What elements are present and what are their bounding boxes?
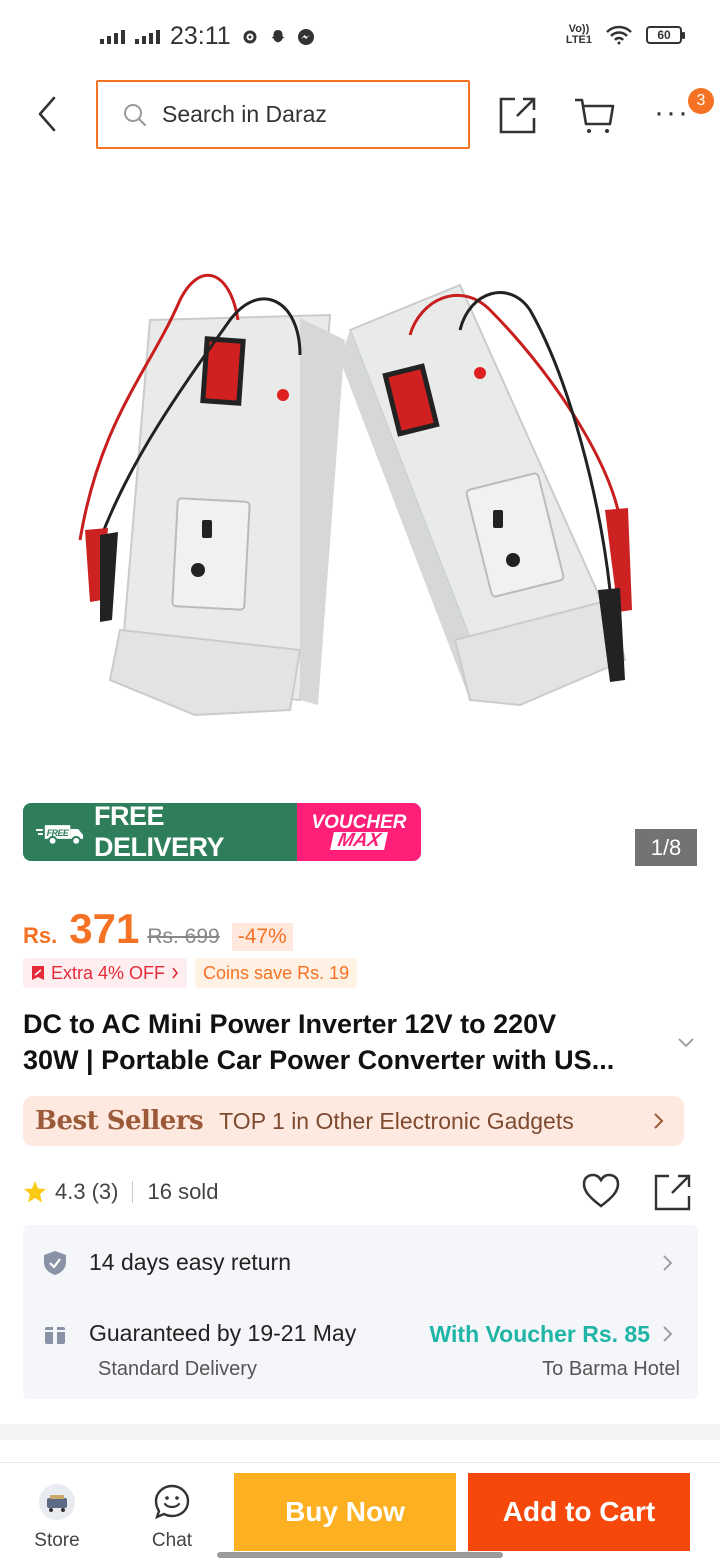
guarantee-text: Guaranteed by 19-21 May xyxy=(89,1320,357,1346)
coupon-icon xyxy=(32,966,44,980)
signal-icon xyxy=(100,29,125,44)
product-title[interactable]: DC to AC Mini Power Inverter 12V to 220V… xyxy=(23,1006,663,1078)
image-counter: 1/8 xyxy=(635,829,697,866)
volte-indicator: Vo)) LTE1 xyxy=(565,23,592,46)
star-icon xyxy=(24,1181,46,1203)
chat-icon xyxy=(154,1484,190,1520)
inverter-left xyxy=(78,273,345,717)
search-input[interactable]: Search in Daraz xyxy=(96,80,470,149)
best-sellers-text: TOP 1 in Other Electronic Gadgets xyxy=(219,1107,574,1134)
add-to-cart-button[interactable]: Add to Cart xyxy=(468,1473,690,1551)
messenger-icon xyxy=(297,28,314,45)
battery-level: 60 xyxy=(657,28,671,42)
extra-off-label: Extra 4% OFF xyxy=(51,962,166,983)
status-left: 23:11 xyxy=(100,22,315,51)
discount-badge: -47% xyxy=(231,923,293,951)
current-price: 371 xyxy=(69,905,140,952)
return-row[interactable]: 14 days easy return xyxy=(43,1249,291,1276)
cart-icon[interactable] xyxy=(574,94,616,136)
share-icon[interactable] xyxy=(653,1172,693,1212)
rating-value: 4.3 xyxy=(55,1179,86,1204)
free-delivery-badge: FREE FREE DELIVERY xyxy=(23,803,297,861)
chat-button[interactable]: Chat xyxy=(132,1483,212,1552)
bottom-action-bar: Store Chat Buy Now Add to Cart xyxy=(0,1462,720,1560)
heart-icon[interactable] xyxy=(581,1172,621,1210)
package-icon xyxy=(45,1323,65,1344)
shield-check-icon xyxy=(44,1250,66,1275)
promo-free-small: FREE xyxy=(47,828,70,838)
original-price: Rs. 699 xyxy=(147,925,220,948)
search-placeholder: Search in Daraz xyxy=(162,101,327,127)
voucher-text[interactable]: With Voucher Rs. 85 xyxy=(430,1321,650,1348)
coins-label: Coins save Rs. 19 xyxy=(203,962,350,983)
chevron-right-icon xyxy=(172,967,179,979)
sold-count: 16 sold xyxy=(147,1179,219,1204)
extra-off-tag[interactable]: Extra 4% OFF xyxy=(23,958,188,988)
buy-now-button[interactable]: Buy Now xyxy=(234,1473,456,1551)
voucher-max-badge: VOUCHER MAX xyxy=(297,803,421,861)
delivery-section: 14 days easy return Guaranteed by 19-21 … xyxy=(23,1225,698,1399)
standard-delivery-label: Standard Delivery xyxy=(98,1358,257,1380)
chevron-right-icon xyxy=(654,1113,664,1129)
store-label: Store xyxy=(34,1530,80,1551)
product-image[interactable] xyxy=(0,160,720,880)
search-icon xyxy=(124,103,146,126)
top-header: Search in Daraz ··· 3 xyxy=(0,80,720,150)
return-text: 14 days easy return xyxy=(89,1249,292,1275)
cart-badge: 3 xyxy=(688,88,714,114)
rating-row: 4.3 (3) 16 sold xyxy=(23,1172,698,1212)
chevron-down-icon[interactable] xyxy=(676,1032,696,1052)
gear-icon xyxy=(243,30,257,43)
coins-tag: Coins save Rs. 19 xyxy=(195,958,358,988)
chat-label: Chat xyxy=(151,1530,193,1551)
status-bar: 23:11 Vo)) LTE1 60 xyxy=(0,0,720,78)
free-delivery-label: FREE DELIVERY xyxy=(93,803,225,861)
promo-tags: Extra 4% OFF Coins save Rs. 19 xyxy=(23,958,358,988)
status-right: Vo)) LTE1 60 xyxy=(565,23,685,46)
delivery-truck-icon: FREE xyxy=(35,825,84,846)
product-title-line-1: DC to AC Mini Power Inverter 12V to 220V xyxy=(23,1009,557,1039)
store-button[interactable]: Store xyxy=(17,1483,97,1552)
more-options-button[interactable]: ··· xyxy=(654,96,690,130)
home-indicator[interactable] xyxy=(217,1552,503,1558)
delivery-location[interactable]: To Barma Hotel xyxy=(542,1358,680,1381)
currency-label: Rs. xyxy=(23,923,58,948)
rating-count[interactable]: (3) xyxy=(92,1179,119,1205)
divider xyxy=(132,1181,134,1203)
status-time: 23:11 xyxy=(170,22,231,50)
inverter-right xyxy=(340,283,632,707)
product-title-line-2: 30W | Portable Car Power Converter with … xyxy=(23,1045,615,1075)
section-divider xyxy=(0,1424,720,1440)
promo-banner[interactable]: FREE FREE DELIVERY VOUCHER MAX xyxy=(23,803,421,861)
chevron-right-icon[interactable] xyxy=(662,1324,674,1344)
share-icon[interactable] xyxy=(497,94,539,136)
chevron-right-icon[interactable] xyxy=(662,1253,674,1273)
best-sellers-banner[interactable]: Best Sellers TOP 1 in Other Electronic G… xyxy=(23,1096,684,1146)
max-label: MAX xyxy=(329,830,389,851)
store-avatar-icon xyxy=(39,1484,75,1520)
price-row: Rs. 371 Rs. 699 -47% xyxy=(23,905,293,953)
guarantee-row[interactable]: Guaranteed by 19-21 May xyxy=(43,1320,356,1347)
best-sellers-label: Best Sellers xyxy=(35,1106,204,1136)
battery-icon: 60 xyxy=(646,26,685,44)
signal-icon-2 xyxy=(135,29,160,44)
wifi-icon xyxy=(606,25,632,45)
back-arrow-icon[interactable] xyxy=(28,94,68,134)
snapchat-icon xyxy=(271,29,285,42)
